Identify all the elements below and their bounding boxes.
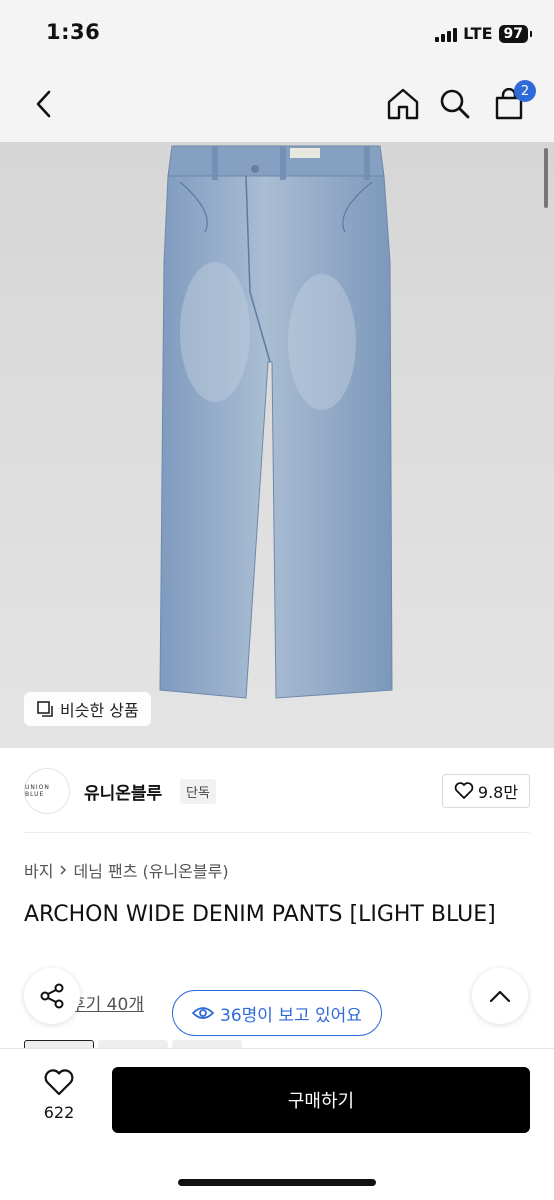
breadcrumb: 바지 데님 팬츠 (유니온블루)	[24, 858, 229, 882]
chevron-up-icon	[489, 990, 511, 1003]
network-type: LTE	[463, 24, 493, 43]
exclusive-badge: 단독	[180, 779, 216, 804]
back-button[interactable]	[26, 86, 60, 122]
brand-like-button[interactable]: 9.8만	[442, 774, 530, 808]
product-image[interactable]: 비슷한 상품	[0, 142, 554, 748]
breadcrumb-category[interactable]: 바지	[24, 858, 53, 882]
brand-logo[interactable]: UNION BLUE	[24, 768, 70, 814]
chevron-left-icon	[36, 90, 51, 118]
similar-items-label: 비슷한 상품	[60, 701, 139, 720]
eye-icon	[192, 1007, 215, 1019]
search-button[interactable]	[438, 86, 472, 122]
breadcrumb-subcategory[interactable]: 데님 팬츠 (유니온블루)	[73, 858, 228, 882]
status-indicators: LTE 97	[435, 24, 533, 43]
viewers-label: 36명이 보고 있어요	[220, 1005, 362, 1026]
brand-like-count: 9.8만	[477, 783, 519, 802]
share-button[interactable]	[24, 968, 80, 1024]
nav-bar: 2	[0, 68, 554, 142]
purchase-bar: 622 구매하기	[0, 1048, 554, 1200]
wishlist-button[interactable]: 622	[36, 1069, 82, 1122]
jeans-illustration	[159, 145, 393, 699]
divider	[24, 832, 530, 833]
scroll-top-button[interactable]	[472, 968, 528, 1024]
brand-row: UNION BLUE 유니온블루 단독 9.8만	[24, 768, 530, 814]
scroll-indicator	[544, 148, 548, 208]
similar-items-icon	[37, 701, 53, 717]
share-icon	[40, 983, 64, 1009]
product-title: ARCHON WIDE DENIM PANTS [LIGHT BLUE]	[24, 902, 496, 927]
battery-icon: 97	[498, 24, 533, 43]
cart-badge: 2	[514, 80, 536, 102]
brand-name[interactable]: 유니온블루	[84, 779, 162, 804]
similar-items-button[interactable]: 비슷한 상품	[24, 692, 151, 726]
heart-icon	[44, 1069, 74, 1096]
viewers-badge: 36명이 보고 있어요	[172, 990, 382, 1036]
wishlist-count: 622	[43, 1103, 75, 1122]
signal-icon	[435, 26, 458, 42]
buy-button[interactable]: 구매하기	[112, 1067, 530, 1133]
chevron-right-icon	[60, 865, 67, 875]
heart-icon	[454, 782, 474, 799]
cart-button[interactable]: 2	[492, 80, 536, 122]
search-icon	[440, 89, 470, 119]
home-indicator	[178, 1179, 376, 1186]
home-button[interactable]	[386, 86, 420, 122]
status-bar: 1:36 LTE 97	[0, 0, 554, 68]
status-time: 1:36	[46, 20, 101, 44]
home-icon	[387, 88, 419, 120]
